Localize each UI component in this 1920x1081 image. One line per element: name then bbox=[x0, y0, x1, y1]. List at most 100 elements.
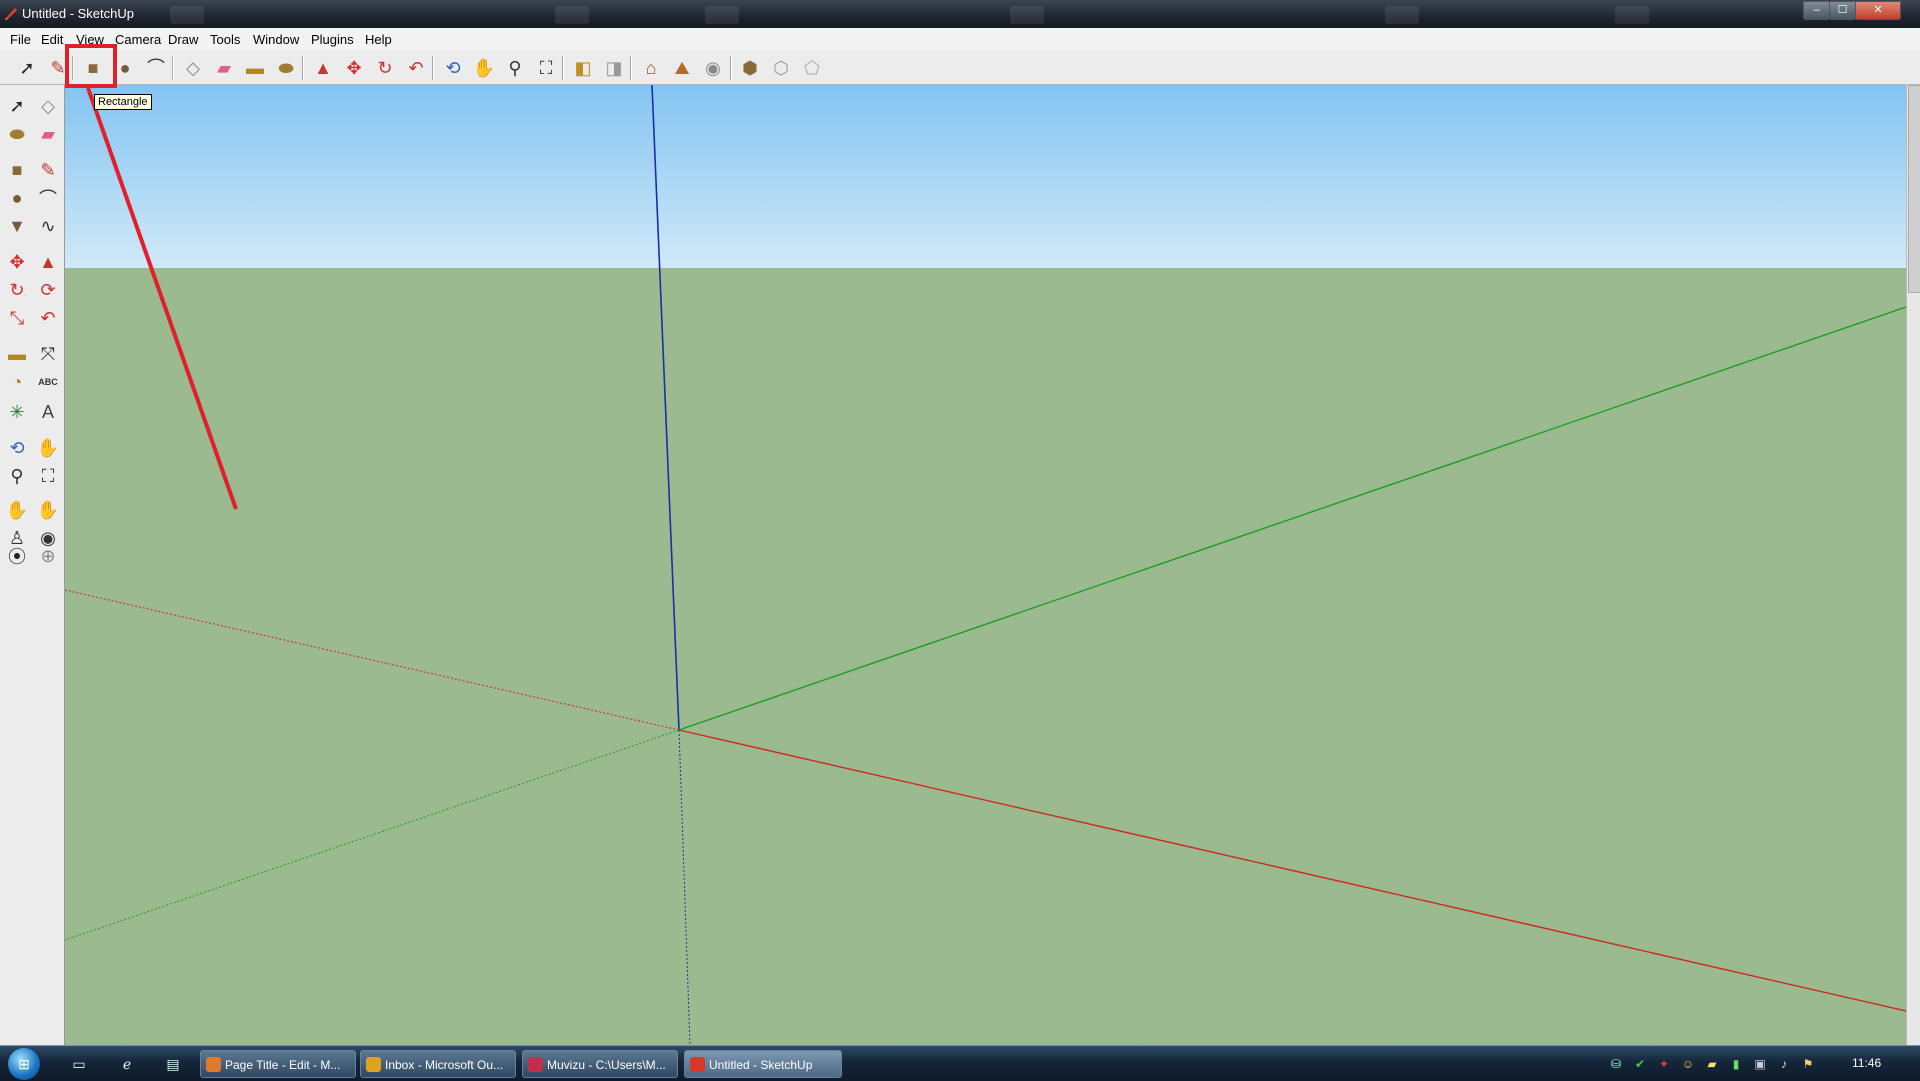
palette-next-view-tool-button[interactable]: ✋ bbox=[35, 497, 61, 523]
toolbar-previous-view-tool-button[interactable]: ◧ bbox=[570, 55, 596, 81]
toolbar-offset-tool-button[interactable]: ↶ bbox=[403, 55, 429, 81]
palette-follow-me-tool-button[interactable]: ⟳ bbox=[35, 277, 61, 303]
toolbar-pan-tool-button[interactable]: ✋ bbox=[471, 55, 497, 81]
taskbar-item-outlook[interactable]: Inbox - Microsoft Ou... bbox=[360, 1050, 516, 1078]
toolbar-eraser-tool-button[interactable]: ▰ bbox=[211, 55, 237, 81]
palette-3d-text-tool-button[interactable]: A bbox=[35, 399, 61, 425]
next-view-tool-icon: ✋ bbox=[36, 499, 60, 520]
toolbar-arc-tool-button[interactable]: ⌒ bbox=[143, 55, 169, 81]
menu-camera[interactable]: Camera bbox=[115, 32, 161, 47]
move-tool-icon: ✥ bbox=[346, 58, 362, 78]
internet-explorer-icon[interactable]: ℯ bbox=[118, 1055, 136, 1073]
main-toolbar: ➚ ✎ ■ ● ⌒ ◇ ▰ ▬ ⬬ ▲ ✥ ↻ ↶ ⟲ ✋ ⚲ ⛶ ◧ ◨ ⌂ ⛰ ◉ ⬢ ⬡ ⬠ bbox=[0, 50, 1920, 85]
close-button[interactable]: ✕ bbox=[1855, 1, 1901, 20]
toolbar-push-pull-tool-button[interactable]: ▲ bbox=[310, 55, 336, 81]
adobe-icon[interactable]: ✦ bbox=[1656, 1056, 1672, 1072]
palette-rotate-tool-button[interactable]: ↻ bbox=[4, 277, 30, 303]
toolbar-photo-textures-tool-button[interactable]: ◉ bbox=[700, 55, 726, 81]
title-bar: Untitled - SketchUp ‒ ☐ ✕ bbox=[0, 0, 1920, 28]
palette-tape-measure-tool-button[interactable]: ▬ bbox=[4, 341, 30, 367]
palette-walk-tool-button[interactable]: ⦿ bbox=[4, 543, 30, 569]
palette-orbit-tool-button[interactable]: ⟲ bbox=[4, 435, 30, 461]
toolbar-zoom-extents-tool-button[interactable]: ⛶ bbox=[533, 55, 559, 81]
rectangle-tool-highlight bbox=[65, 44, 117, 88]
palette-move-tool-button[interactable]: ✥ bbox=[4, 249, 30, 275]
toolbar-orbit-tool-button[interactable]: ⟲ bbox=[440, 55, 466, 81]
drawing-viewport[interactable] bbox=[65, 85, 1906, 1045]
toolbar-toggle-terrain-tool-button[interactable]: ⛰ bbox=[669, 55, 695, 81]
palette-select-tool-button[interactable]: ➚ bbox=[4, 93, 30, 119]
get-models-tool-icon: ⬢ bbox=[742, 58, 758, 78]
scrollbar-thumb[interactable] bbox=[1908, 85, 1920, 293]
toolbar-make-component-tool-button[interactable]: ◇ bbox=[180, 55, 206, 81]
network-icon[interactable]: ⛁ bbox=[1608, 1056, 1624, 1072]
palette-section-plane-tool-button[interactable]: ⊕ bbox=[35, 543, 61, 569]
palette-paint-bucket-tool-button[interactable]: ⬬ bbox=[4, 121, 30, 147]
palette-previous-view-tool-button[interactable]: ✋ bbox=[4, 497, 30, 523]
toolbar-separator bbox=[630, 56, 632, 80]
taskbar: ⊞ ▭ ℯ ▤ Page Title - Edit - M... Inbox -… bbox=[0, 1045, 1920, 1081]
battery-icon[interactable]: ▮ bbox=[1728, 1056, 1744, 1072]
palette-rectangle-tool-button[interactable]: ■ bbox=[4, 157, 30, 183]
palette-make-component-tool-button[interactable]: ◇ bbox=[35, 93, 61, 119]
palette-axes-tool-button[interactable]: ✳ bbox=[4, 399, 30, 425]
follow-me-tool-icon: ⟳ bbox=[40, 279, 56, 300]
toolbar-separator bbox=[562, 56, 564, 80]
palette-freehand-tool-button[interactable]: ∿ bbox=[35, 213, 61, 239]
show-desktop-icon[interactable]: ▭ bbox=[70, 1055, 88, 1073]
toolbar-share-component-tool-button[interactable]: ⬠ bbox=[799, 55, 825, 81]
blue-axis bbox=[651, 85, 680, 731]
flag-icon[interactable]: ⚑ bbox=[1800, 1056, 1816, 1072]
switch-windows-icon[interactable]: ▤ bbox=[164, 1055, 182, 1073]
palette-zoom-tool-button[interactable]: ⚲ bbox=[4, 463, 30, 489]
eraser-tool-icon: ▰ bbox=[41, 123, 55, 144]
taskbar-item-sketchup[interactable]: Untitled - SketchUp bbox=[684, 1050, 842, 1078]
palette-push-pull-tool-button[interactable]: ▲ bbox=[35, 249, 61, 275]
scale-tool-icon: ⤡ bbox=[9, 307, 25, 328]
toolbar-next-view-tool-button[interactable]: ◨ bbox=[601, 55, 627, 81]
toolbar-select-tool-button[interactable]: ➚ bbox=[14, 55, 40, 81]
palette-pan-tool-button[interactable]: ✋ bbox=[35, 435, 61, 461]
toolbar-paint-bucket-tool-button[interactable]: ⬬ bbox=[273, 55, 299, 81]
taskbar-item-page-title[interactable]: Page Title - Edit - M... bbox=[200, 1050, 356, 1078]
palette-scale-tool-button[interactable]: ⤡ bbox=[4, 305, 30, 331]
palette-text-tool-button[interactable]: ABC bbox=[35, 369, 61, 395]
volume-icon[interactable]: ♪ bbox=[1776, 1056, 1792, 1072]
menu-plugins[interactable]: Plugins bbox=[311, 32, 354, 47]
palette-polygon-tool-button[interactable]: ▼ bbox=[4, 213, 30, 239]
toolbar-zoom-tool-button[interactable]: ⚲ bbox=[502, 55, 528, 81]
menu-help[interactable]: Help bbox=[365, 32, 392, 47]
menu-edit[interactable]: Edit bbox=[41, 32, 63, 47]
menu-window[interactable]: Window bbox=[253, 32, 299, 47]
palette-line-tool-button[interactable]: ✎ bbox=[35, 157, 61, 183]
start-button[interactable]: ⊞ bbox=[8, 1048, 40, 1080]
update-icon[interactable]: ▰ bbox=[1704, 1056, 1720, 1072]
palette-zoom-window-tool-button[interactable]: ⛶ bbox=[35, 463, 61, 489]
toolbar-get-models-tool-button[interactable]: ⬢ bbox=[737, 55, 763, 81]
palette-eraser-tool-button[interactable]: ▰ bbox=[35, 121, 61, 147]
axes-overlay bbox=[65, 85, 1906, 1045]
toolbar-add-location-tool-button[interactable]: ⌂ bbox=[638, 55, 664, 81]
orbit-tool-icon: ⟲ bbox=[445, 58, 461, 78]
taskbar-item-muvizu[interactable]: Muvizu - C:\Users\M... bbox=[522, 1050, 678, 1078]
menu-file[interactable]: File bbox=[10, 32, 31, 47]
toolbar-move-tool-button[interactable]: ✥ bbox=[341, 55, 367, 81]
security-check-icon[interactable]: ✔ bbox=[1632, 1056, 1648, 1072]
messenger-icon[interactable]: ☺ bbox=[1680, 1056, 1696, 1072]
minimize-button[interactable]: ‒ bbox=[1803, 1, 1830, 20]
palette-offset-tool-button[interactable]: ↶ bbox=[35, 305, 61, 331]
display-icon[interactable]: ▣ bbox=[1752, 1056, 1768, 1072]
vertical-scrollbar[interactable] bbox=[1906, 85, 1920, 1045]
toolbar-tape-measure-tool-button[interactable]: ▬ bbox=[242, 55, 268, 81]
toolbar-share-model-tool-button[interactable]: ⬡ bbox=[768, 55, 794, 81]
palette-circle-tool-button[interactable]: ● bbox=[4, 185, 30, 211]
menu-draw[interactable]: Draw bbox=[168, 32, 198, 47]
maximize-button[interactable]: ☐ bbox=[1829, 1, 1856, 20]
palette-arc-tool-button[interactable]: ⌒ bbox=[35, 185, 61, 211]
menu-tools[interactable]: Tools bbox=[210, 32, 240, 47]
palette-protractor-tool-button[interactable]: ◔ bbox=[4, 369, 30, 395]
toolbar-rotate-tool-button[interactable]: ↻ bbox=[372, 55, 398, 81]
palette-dimension-tool-button[interactable]: ⤧ bbox=[35, 341, 61, 367]
arc-tool-icon: ⌒ bbox=[147, 58, 165, 78]
clock[interactable]: 11:46 bbox=[1852, 1056, 1881, 1070]
